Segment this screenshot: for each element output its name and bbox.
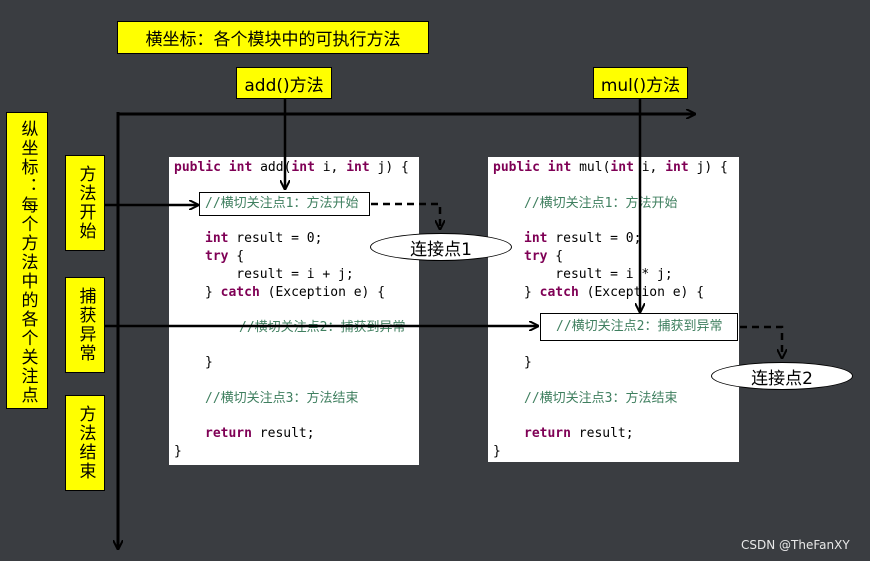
connector-arrows	[105, 99, 870, 561]
join-point-2-connector	[740, 325, 782, 357]
join-point-1-connector	[371, 202, 440, 228]
watermark: CSDN @TheFanXY	[741, 538, 850, 552]
join-point-1: 连接点1	[370, 233, 512, 261]
join-point-2: 连接点2	[711, 362, 853, 390]
